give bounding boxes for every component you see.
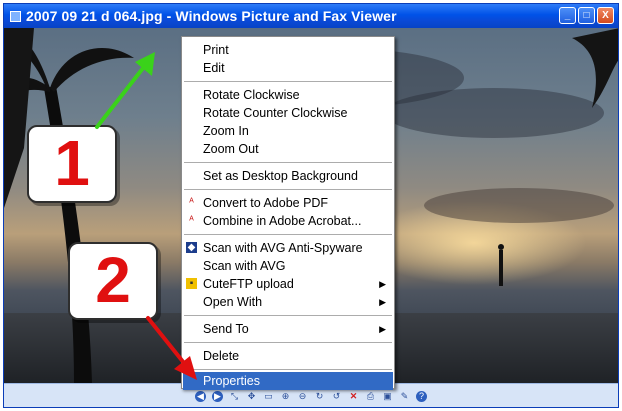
menu-item-open-with[interactable]: Open With ▶	[183, 293, 393, 311]
best-fit-icon[interactable]: ⤡	[229, 391, 240, 402]
help-icon[interactable]: ?	[416, 390, 427, 402]
avg-shield-icon: ◆	[186, 242, 197, 253]
menu-item-rotate-counter-clockwise[interactable]: Rotate Counter Clockwise	[183, 104, 393, 122]
cuteftp-icon: ▪	[186, 278, 197, 289]
menu-separator	[184, 234, 392, 235]
menu-separator	[184, 315, 392, 316]
palm-fronds-right	[572, 28, 618, 108]
rotate-clockwise-icon[interactable]: ↻	[314, 391, 325, 402]
title-bar[interactable]: 2007 09 21 d 064.jpg - Windows Picture a…	[4, 4, 618, 28]
slideshow-icon[interactable]: ▭	[263, 391, 274, 402]
menu-item-convert-to-adobe-pdf[interactable]: ᴬ Convert to Adobe PDF	[183, 194, 393, 212]
menu-item-label: Scan with AVG	[203, 259, 286, 273]
next-image-icon[interactable]: ▶	[212, 390, 223, 402]
previous-image-icon[interactable]: ◀	[195, 390, 206, 402]
menu-item-label: CuteFTP upload	[203, 277, 294, 291]
zoom-in-icon[interactable]: ⊕	[280, 391, 291, 402]
submenu-arrow-icon: ▶	[379, 324, 386, 334]
menu-item-combine-in-adobe-acrobat[interactable]: ᴬ Combine in Adobe Acrobat...	[183, 212, 393, 230]
menu-item-rotate-clockwise[interactable]: Rotate Clockwise	[183, 86, 393, 104]
submenu-arrow-icon: ▶	[379, 297, 386, 307]
menu-item-label: Properties	[203, 374, 260, 388]
app-icon	[10, 10, 21, 22]
menu-item-label: Delete	[203, 349, 240, 363]
menu-item-send-to[interactable]: Send To ▶	[183, 320, 393, 338]
callout-number-1: 1	[27, 125, 117, 203]
menu-item-label: Rotate Clockwise	[203, 88, 300, 102]
menu-item-label: Rotate Counter Clockwise	[203, 106, 348, 120]
menu-item-zoom-in[interactable]: Zoom In	[183, 122, 393, 140]
menu-item-set-desktop-background[interactable]: Set as Desktop Background	[183, 167, 393, 185]
menu-separator	[184, 342, 392, 343]
print-icon[interactable]: ⎙	[365, 391, 376, 402]
menu-item-zoom-out[interactable]: Zoom Out	[183, 140, 393, 158]
menu-item-cuteftp-upload[interactable]: ▪ CuteFTP upload ▶	[183, 275, 393, 293]
menu-separator	[184, 369, 392, 370]
window-title: 2007 09 21 d 064.jpg - Windows Picture a…	[26, 8, 397, 24]
delete-icon[interactable]: ✕	[348, 391, 359, 402]
menu-separator	[184, 162, 392, 163]
window-controls: _ □ X	[559, 7, 614, 24]
menu-item-label: Scan with AVG Anti-Spyware	[203, 241, 363, 255]
zoom-out-icon[interactable]: ⊖	[297, 391, 308, 402]
cloud	[424, 188, 614, 223]
submenu-arrow-icon: ▶	[379, 279, 386, 289]
menu-item-delete[interactable]: Delete	[183, 347, 393, 365]
menu-item-print[interactable]: Print	[183, 41, 393, 59]
menu-item-edit[interactable]: Edit	[183, 59, 393, 77]
menu-item-label: Edit	[203, 61, 225, 75]
rotate-counterclockwise-icon[interactable]: ↺	[331, 391, 342, 402]
menu-separator	[184, 81, 392, 82]
menu-item-label: Set as Desktop Background	[203, 169, 358, 183]
menu-item-label: Print	[203, 43, 229, 57]
edit-icon[interactable]: ✎	[399, 391, 410, 402]
save-icon[interactable]: ▣	[382, 391, 393, 402]
menu-item-scan-avg-anti-spyware[interactable]: ◆ Scan with AVG Anti-Spyware	[183, 239, 393, 257]
menu-item-scan-avg[interactable]: Scan with AVG	[183, 257, 393, 275]
close-button[interactable]: X	[597, 7, 614, 24]
palm-tree-silhouette	[4, 28, 134, 383]
menu-item-label: Open With	[203, 295, 263, 309]
menu-item-label: Convert to Adobe PDF	[203, 196, 329, 210]
menu-item-label: Zoom Out	[203, 142, 259, 156]
menu-item-label: Zoom In	[203, 124, 249, 138]
person-silhouette	[498, 244, 504, 286]
minimize-button[interactable]: _	[559, 7, 576, 24]
maximize-button[interactable]: □	[578, 7, 595, 24]
actual-size-icon[interactable]: ✥	[246, 391, 257, 402]
adobe-acrobat-icon: ᴬ	[189, 215, 194, 226]
menu-item-label: Combine in Adobe Acrobat...	[203, 214, 362, 228]
context-menu: Print Edit Rotate Clockwise Rotate Count…	[181, 36, 395, 390]
menu-item-properties[interactable]: Properties	[183, 372, 393, 390]
menu-separator	[184, 189, 392, 190]
callout-number-2: 2	[68, 242, 158, 320]
adobe-pdf-icon: ᴬ	[189, 197, 194, 208]
menu-item-label: Send To	[203, 322, 249, 336]
